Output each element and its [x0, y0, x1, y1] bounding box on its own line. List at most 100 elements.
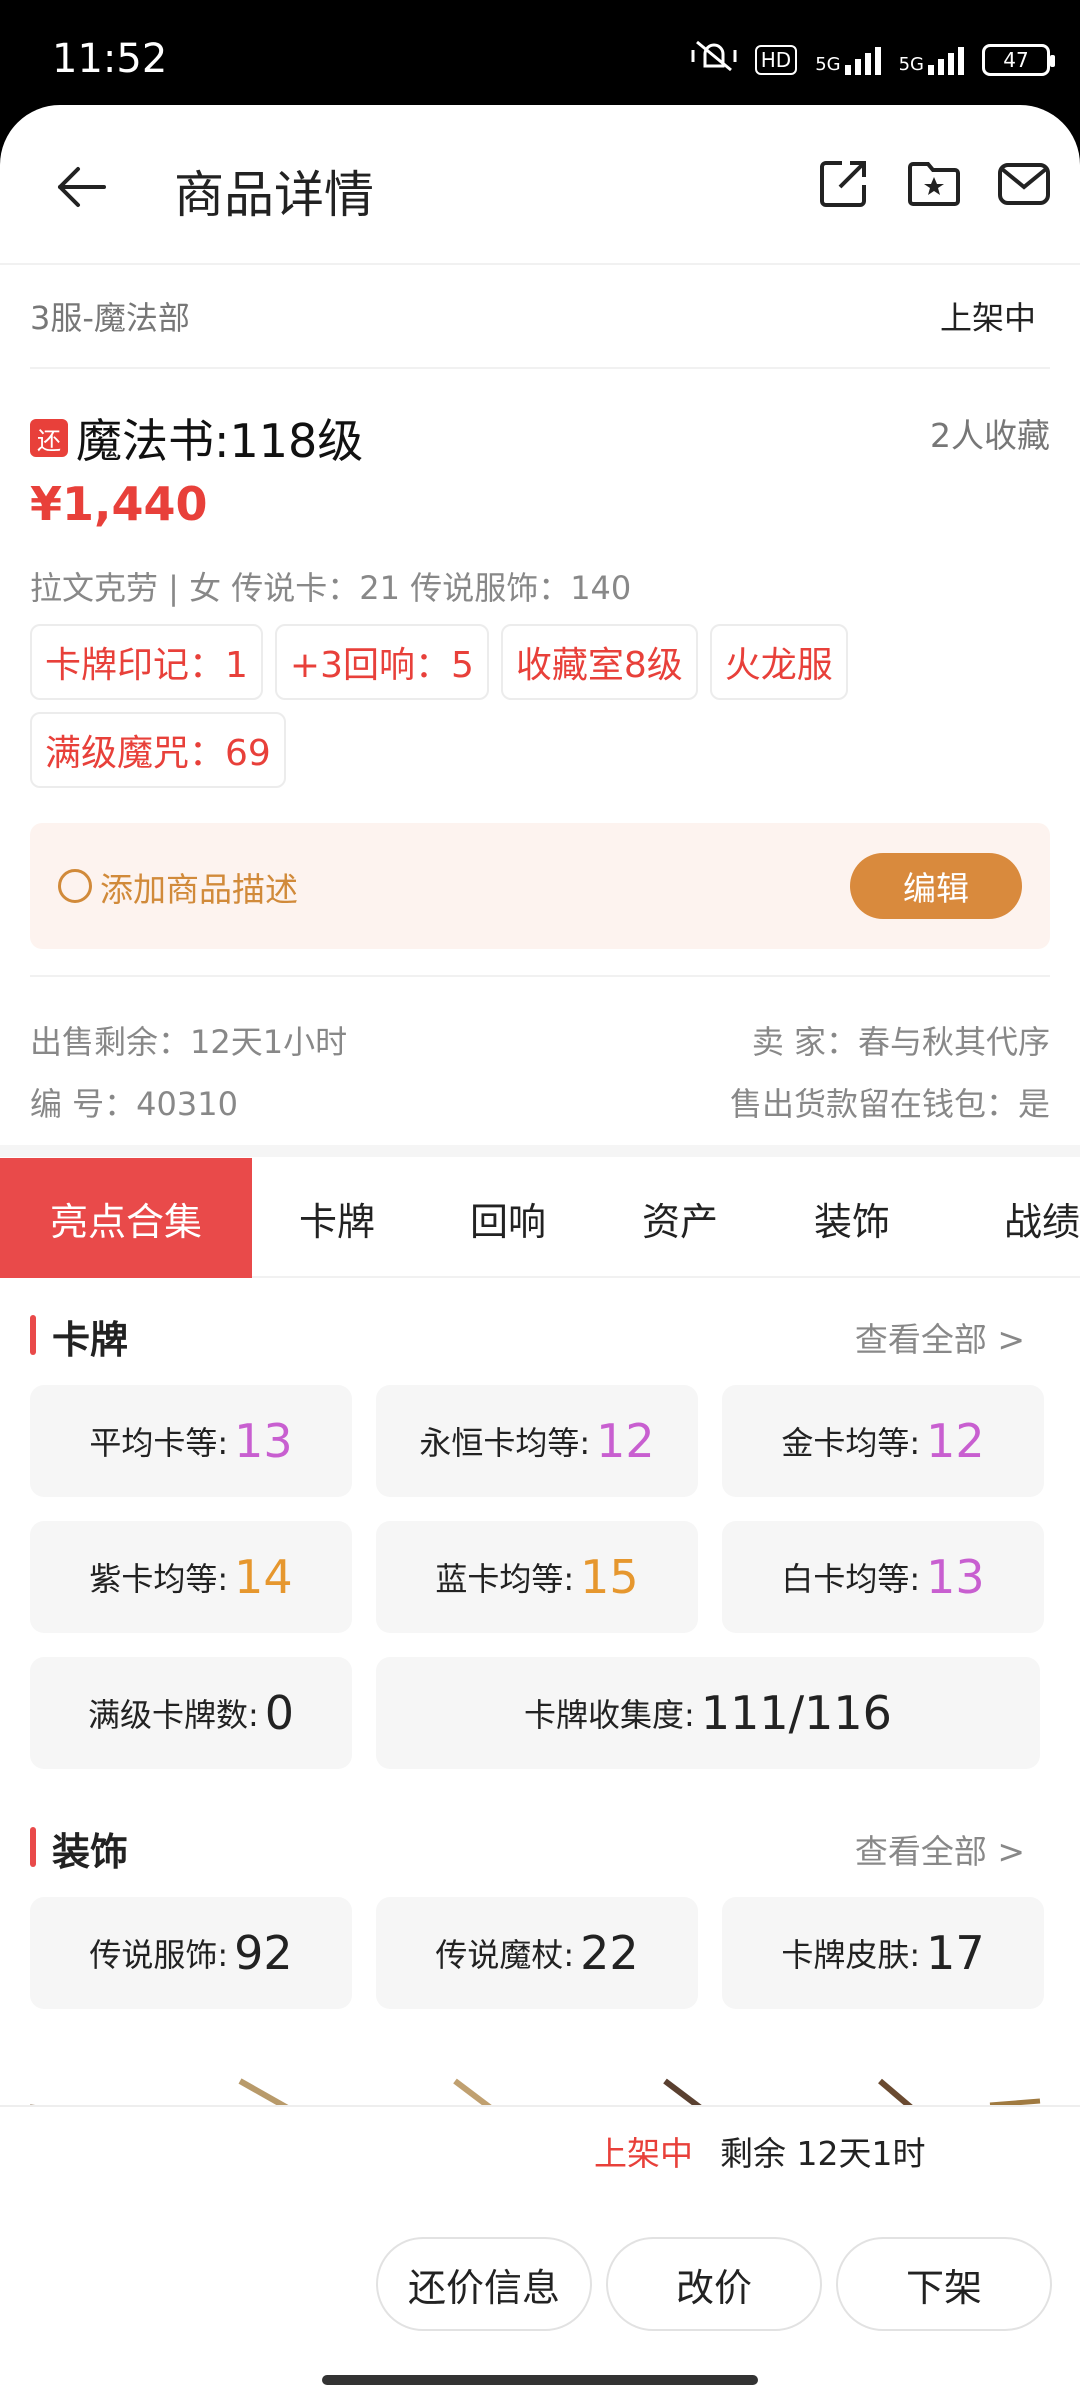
delist-button[interactable]: 下架 — [836, 2237, 1052, 2331]
stat-label: 白卡均等: — [781, 1560, 921, 1598]
feature-chips: 卡牌印记：1 +3回响：5 收藏室8级 火龙服 满级魔咒：69 — [30, 624, 1050, 788]
bargain-tag: 还 — [30, 419, 68, 457]
signal-1: 5G — [815, 45, 881, 75]
stat-card: 蓝卡均等: 15 — [376, 1521, 698, 1633]
product-detail-page: 商品详情 3服-魔法部 上架中 还 魔法书:118级 2人收藏 ¥1,440 拉… — [0, 105, 1080, 2400]
tab-decorations[interactable]: 装饰 — [766, 1158, 938, 1278]
battery-level: 47 — [1003, 48, 1029, 72]
feature-chip: 卡牌印记：1 — [30, 624, 263, 700]
stat-card: 平均卡等: 13 — [30, 1385, 352, 1497]
tab-echoes[interactable]: 回响 — [422, 1158, 594, 1278]
feature-chip: 收藏室8级 — [500, 624, 698, 700]
stat-label: 永恒卡均等: — [419, 1424, 591, 1462]
app-bar-actions — [816, 155, 1052, 211]
message-icon[interactable] — [996, 155, 1052, 211]
stat-label: 蓝卡均等: — [435, 1560, 575, 1598]
battery-icon: 47 — [982, 44, 1055, 76]
section-accent-bar — [30, 1827, 36, 1867]
decor-section-header: 装饰 查看全部 > — [30, 1817, 1050, 1877]
signal-2: 5G — [899, 45, 964, 75]
counter-offer-info-button[interactable]: 还价信息 — [376, 2237, 592, 2331]
stat-label: 紫卡均等: — [89, 1560, 229, 1598]
feature-chip: 火龙服 — [709, 624, 848, 700]
change-price-button[interactable]: 改价 — [606, 2237, 822, 2331]
product-name-row: 还 魔法书:118级 — [30, 405, 363, 471]
stat-card: 金卡均等: 12 — [722, 1385, 1044, 1497]
feature-chip: 满级魔咒：69 — [30, 712, 286, 788]
section-divider — [0, 1145, 1080, 1157]
tab-highlights[interactable]: 亮点合集 — [0, 1158, 252, 1278]
bottom-status: 上架中 — [594, 2134, 693, 2173]
stat-label: 传说服饰: — [89, 1936, 229, 1974]
stat-card: 永恒卡均等: 12 — [376, 1385, 698, 1497]
stat-card: 满级卡牌数: 0 — [30, 1657, 352, 1769]
share-icon[interactable] — [816, 155, 872, 211]
description-box[interactable]: 添加商品描述 编辑 — [30, 823, 1050, 949]
favorite-folder-icon[interactable] — [906, 155, 962, 211]
feature-chip: +3回响：5 — [274, 624, 489, 700]
cards-section-header: 卡牌 查看全部 > — [30, 1305, 1050, 1365]
stat-value: 92 — [234, 1926, 293, 1980]
stat-card: 紫卡均等: 14 — [30, 1521, 352, 1633]
stat-label: 平均卡等: — [89, 1424, 229, 1462]
status-time: 11:52 — [52, 36, 168, 82]
stat-value: 14 — [234, 1550, 293, 1604]
product-meta: 拉文克劳 | 女 传说卡：21 传说服饰：140 — [30, 569, 632, 607]
status-bar: 11:52 HD 5G 5G 47 — [0, 0, 1080, 105]
wallet-setting: 售出货款留在钱包：是 — [729, 1085, 1050, 1123]
tab-cards[interactable]: 卡牌 — [252, 1158, 422, 1278]
comment-icon — [58, 869, 92, 903]
favorites-count: 2人收藏 — [930, 416, 1050, 455]
listing-id: 编 号：40310 — [30, 1085, 238, 1123]
stat-card: 卡牌皮肤: 17 — [722, 1897, 1044, 2009]
page-title: 商品详情 — [174, 166, 374, 224]
tab-bar: 亮点合集 卡牌 回响 资产 装饰 战绩 — [0, 1158, 1080, 1278]
stat-value: 0 — [264, 1686, 295, 1740]
app-bar: 商品详情 — [0, 105, 1080, 265]
listing-info: 出售剩余：12天1小时 编 号：40310 卖 家：春与秋其代序 售出货款留在钱… — [30, 975, 1050, 1123]
stat-value: 12 — [926, 1414, 985, 1468]
stat-card: 卡牌收集度: 111/116 — [376, 1657, 1040, 1769]
stat-card: 传说魔杖: 22 — [376, 1897, 698, 2009]
listing-status: 上架中 — [939, 299, 1036, 337]
status-icons: HD 5G 5G 47 — [691, 38, 1055, 82]
tab-assets[interactable]: 资产 — [594, 1158, 766, 1278]
stat-label: 金卡均等: — [781, 1424, 921, 1462]
view-all-link[interactable]: 查看全部 > — [855, 1825, 1025, 1873]
tab-records[interactable]: 战绩 — [938, 1158, 1080, 1278]
signal-bars-1-icon — [844, 45, 881, 75]
view-all-link[interactable]: 查看全部 > — [855, 1313, 1025, 1361]
network-type-2: 5G — [898, 54, 924, 75]
bottom-remaining: 剩余 12天1时 — [720, 2134, 926, 2173]
stat-label: 满级卡牌数: — [87, 1696, 259, 1734]
seller-name[interactable]: 卖 家：春与秋其代序 — [752, 1017, 1050, 1063]
server-name: 3服-魔法部 — [30, 299, 190, 337]
description-placeholder: 添加商品描述 — [100, 870, 298, 909]
mute-vibrate-icon — [691, 38, 737, 82]
stat-value: 111/116 — [700, 1686, 892, 1740]
server-row: 3服-魔法部 上架中 — [30, 265, 1050, 369]
bottom-action-bar: 上架中 剩余 12天1时 还价信息 改价 下架 — [0, 2105, 1080, 2400]
stat-value: 12 — [596, 1414, 655, 1468]
remaining-time: 出售剩余：12天1小时 — [30, 1023, 348, 1061]
stat-label: 卡牌收集度: — [524, 1696, 695, 1734]
signal-bars-2-icon — [928, 45, 964, 75]
stat-value: 13 — [234, 1414, 293, 1468]
section-accent-bar — [30, 1315, 36, 1355]
stat-label: 卡牌皮肤: — [781, 1936, 921, 1974]
hd-icon: HD — [754, 45, 798, 75]
product-name: 魔法书:118级 — [76, 414, 364, 468]
product-price: ¥1,440 — [30, 477, 208, 531]
section-title: 装饰 — [52, 1830, 129, 1874]
stat-card: 传说服饰: 92 — [30, 1897, 352, 2009]
stat-card: 白卡均等: 13 — [722, 1521, 1044, 1633]
stat-label: 传说魔杖: — [435, 1936, 575, 1974]
stat-value: 13 — [926, 1550, 985, 1604]
back-arrow-icon[interactable] — [52, 157, 112, 217]
home-indicator[interactable] — [322, 2375, 758, 2385]
stat-value: 22 — [580, 1926, 639, 1980]
stat-value: 17 — [926, 1926, 985, 1980]
section-title: 卡牌 — [52, 1318, 129, 1362]
network-type-1: 5G — [815, 54, 841, 75]
edit-button[interactable]: 编辑 — [850, 853, 1022, 919]
